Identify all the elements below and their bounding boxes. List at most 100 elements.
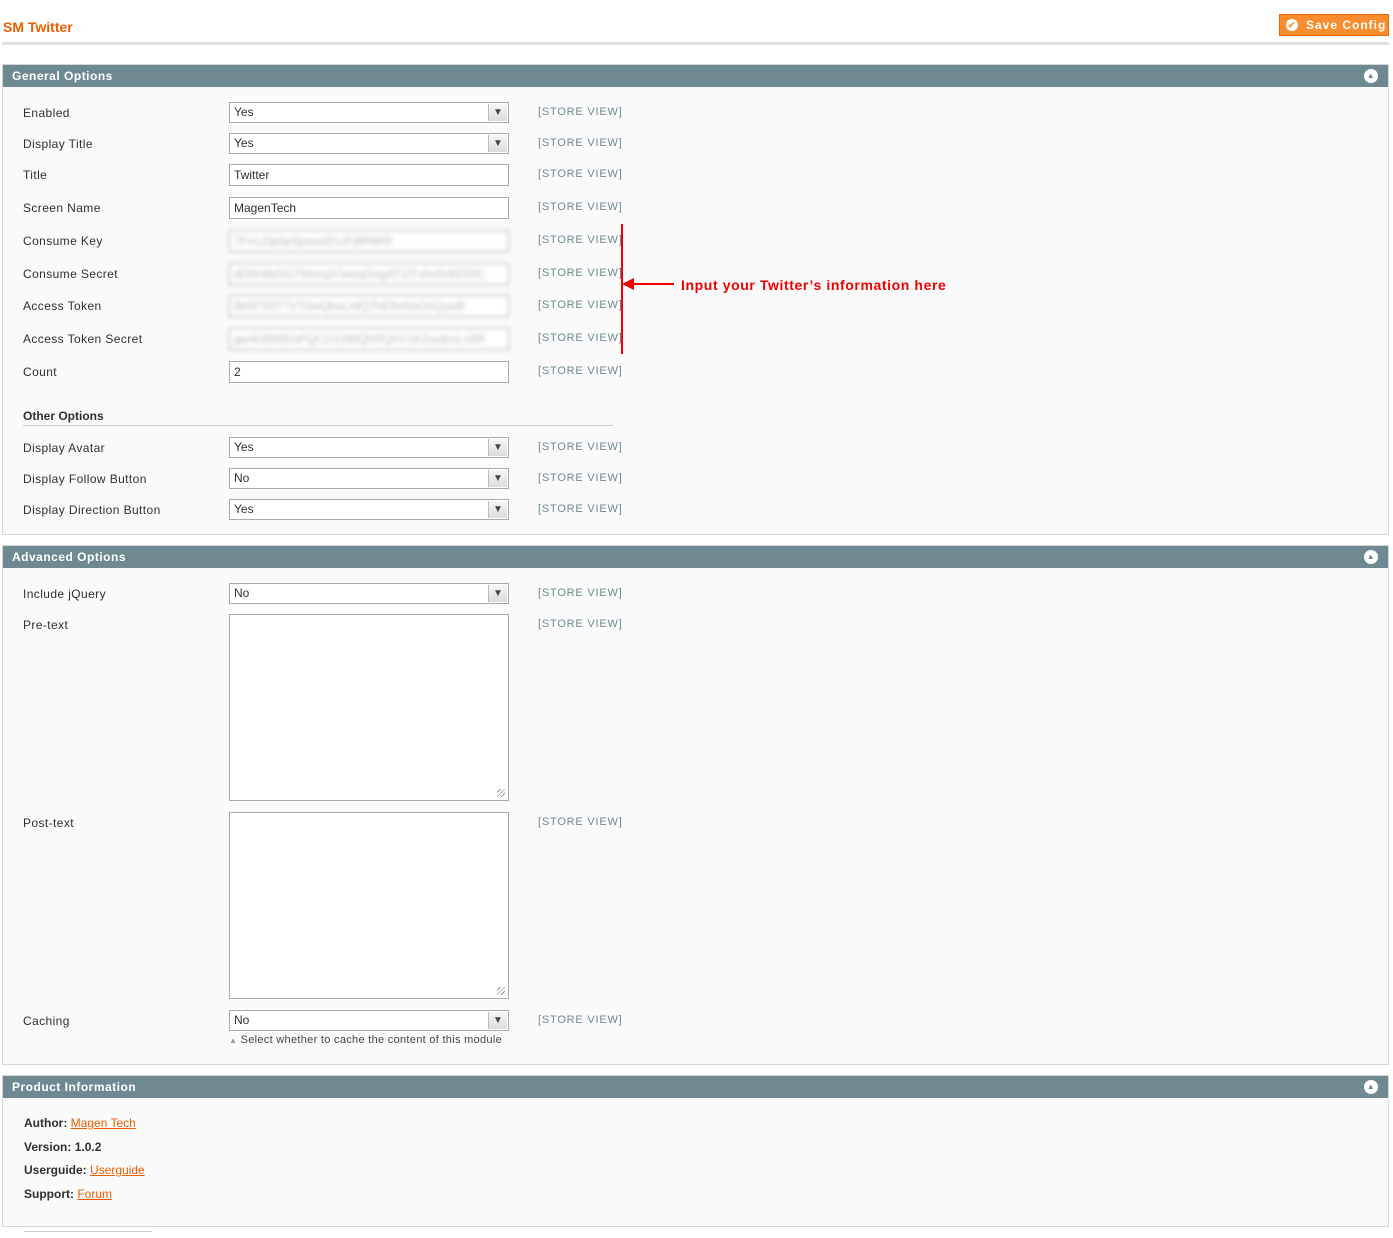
select-value: Yes <box>234 136 254 150</box>
scope-label: [STORE VIEW] <box>538 587 623 599</box>
version-line: Version: 1.0.2 <box>24 1140 101 1154</box>
chevron-down-icon: ▼ <box>488 439 507 456</box>
select-value: No <box>234 471 250 485</box>
display-title-select[interactable]: Yes ▼ <box>229 133 509 154</box>
select-value: No <box>234 1013 250 1027</box>
field-label: Consume Key <box>23 234 103 248</box>
chevron-down-icon: ▼ <box>488 585 507 602</box>
scope-label: [STORE VIEW] <box>538 234 623 246</box>
caching-hint-text: Select whether to cache the content of t… <box>240 1034 503 1046</box>
scope-label: [STORE VIEW] <box>538 618 623 630</box>
field-label: Display Follow Button <box>23 472 147 486</box>
product-information-title: Product Information <box>12 1080 137 1094</box>
display-follow-button-select[interactable]: No ▼ <box>229 468 509 489</box>
field-include-jquery: Include jQuery No ▼ [STORE VIEW] <box>3 583 1388 607</box>
userguide-link[interactable]: Userguide <box>90 1163 145 1177</box>
field-enabled: Enabled Yes ▼ [STORE VIEW] <box>3 102 1388 126</box>
count-input[interactable]: 2 <box>229 361 509 383</box>
field-caching: Caching No ▼ [STORE VIEW] <box>3 1010 1388 1034</box>
scope-label: [STORE VIEW] <box>538 472 623 484</box>
field-display-direction-button: Display Direction Button Yes ▼ [STORE VIE… <box>3 499 1388 523</box>
consume-key-input[interactable]: 7FrrLDp0pSpeedZnJFj8RM0f <box>229 230 509 252</box>
display-direction-button-select[interactable]: Yes ▼ <box>229 499 509 520</box>
field-title: Title Twitter [STORE VIEW] <box>3 164 1388 188</box>
include-jquery-select[interactable]: No ▼ <box>229 583 509 604</box>
caching-select[interactable]: No ▼ <box>229 1010 509 1031</box>
version-label: Version: <box>24 1140 72 1154</box>
field-label: Post-text <box>23 816 74 830</box>
field-display-title: Display Title Yes ▼ [STORE VIEW] <box>3 133 1388 157</box>
forum-link[interactable]: Forum <box>77 1187 112 1201</box>
field-label: Pre-text <box>23 618 69 632</box>
general-options-title: General Options <box>12 69 113 83</box>
pre-text-textarea[interactable] <box>229 614 509 801</box>
field-label: Consume Secret <box>23 267 118 281</box>
chevron-down-icon: ▼ <box>488 104 507 121</box>
advanced-options-header[interactable]: Advanced Options ▲ <box>3 546 1388 568</box>
access-token-input[interactable]: 8b5f7DlT7VT0wQhaLhfQ7hE8eNsOzQywB <box>229 295 509 317</box>
post-text-textarea[interactable] <box>229 812 509 999</box>
general-options-header[interactable]: General Options ▲ <box>3 65 1388 87</box>
scope-label: [STORE VIEW] <box>538 168 623 180</box>
consume-secret-input[interactable]: dD8n8bDG7Wsrq37weqGxgAT1fTxhe5r8DS0C <box>229 263 509 285</box>
scope-label: [STORE VIEW] <box>538 332 623 344</box>
save-config-button[interactable]: ✔ Save Config <box>1279 14 1389 36</box>
field-label: Enabled <box>23 106 70 120</box>
field-access-token-secret: Access Token Secret gw4nt9WEhPQCU1SMQhRQ… <box>3 328 1388 352</box>
caching-hint: ▲ Select whether to cache the content of… <box>229 1034 502 1046</box>
general-options-section: General Options ▲ Enabled Yes ▼ [STORE VI… <box>2 64 1389 535</box>
field-screen-name: Screen Name MagenTech [STORE VIEW] <box>3 197 1388 221</box>
chevron-up-icon[interactable]: ▲ <box>1364 69 1378 83</box>
field-label: Count <box>23 365 58 379</box>
access-token-secret-input[interactable]: gw4nt9WEhPQCU1SMQhRQnV1K2sx8rsLn8R <box>229 328 509 350</box>
annotation-text: Input your Twitter’s information here <box>681 277 947 293</box>
screen-name-input[interactable]: MagenTech <box>229 197 509 219</box>
field-access-token: Access Token 8b5f7DlT7VT0wQhaLhfQ7hE8eNs… <box>3 295 1388 319</box>
field-count: Count 2 [STORE VIEW] <box>3 361 1388 385</box>
support-label: Support: <box>24 1187 74 1201</box>
info-divider <box>24 1231 152 1232</box>
enabled-select[interactable]: Yes ▼ <box>229 102 509 123</box>
chevron-down-icon: ▼ <box>488 470 507 487</box>
product-information-header[interactable]: Product Information ▲ <box>3 1076 1388 1098</box>
author-label: Author: <box>24 1116 68 1130</box>
author-line: Author: Magen Tech <box>24 1116 136 1130</box>
field-label: Include jQuery <box>23 587 106 601</box>
field-label: Title <box>23 168 48 182</box>
triangle-up-icon: ▲ <box>229 1036 238 1045</box>
advanced-options-section: Advanced Options ▲ Include jQuery No ▼ [S… <box>2 545 1389 1065</box>
page-title: SM Twitter <box>3 19 73 35</box>
check-icon: ✔ <box>1286 19 1298 31</box>
field-label: Access Token <box>23 299 102 313</box>
chevron-up-icon[interactable]: ▲ <box>1364 550 1378 564</box>
scope-label: [STORE VIEW] <box>538 816 623 828</box>
userguide-line: Userguide: Userguide <box>24 1163 145 1177</box>
chevron-down-icon: ▼ <box>488 501 507 518</box>
author-link[interactable]: Magen Tech <box>71 1116 136 1130</box>
save-config-label: Save Config <box>1306 18 1387 32</box>
scope-label: [STORE VIEW] <box>538 106 623 118</box>
chevron-down-icon: ▼ <box>488 1012 507 1029</box>
scope-label: [STORE VIEW] <box>538 441 623 453</box>
resize-grip-icon[interactable] <box>497 987 505 995</box>
resize-grip-icon[interactable] <box>497 789 505 797</box>
title-divider <box>2 42 1389 45</box>
field-label: Access Token Secret <box>23 332 143 346</box>
title-input[interactable]: Twitter <box>229 164 509 186</box>
field-pre-text: Pre-text [STORE VIEW] <box>3 614 1388 804</box>
support-line: Support: Forum <box>24 1187 112 1201</box>
scope-label: [STORE VIEW] <box>538 503 623 515</box>
field-display-avatar: Display Avatar Yes ▼ [STORE VIEW] <box>3 437 1388 461</box>
field-consume-key: Consume Key 7FrrLDp0pSpeedZnJFj8RM0f [ST… <box>3 230 1388 254</box>
select-value: Yes <box>234 502 254 516</box>
select-value: Yes <box>234 440 254 454</box>
version-value: 1.0.2 <box>74 1140 102 1154</box>
chevron-up-icon[interactable]: ▲ <box>1364 1080 1378 1094</box>
chevron-down-icon: ▼ <box>488 135 507 152</box>
scope-label: [STORE VIEW] <box>538 1014 623 1026</box>
field-label: Caching <box>23 1014 70 1028</box>
other-options-heading: Other Options <box>23 409 104 423</box>
scope-label: [STORE VIEW] <box>538 267 623 279</box>
advanced-options-title: Advanced Options <box>12 550 127 564</box>
display-avatar-select[interactable]: Yes ▼ <box>229 437 509 458</box>
